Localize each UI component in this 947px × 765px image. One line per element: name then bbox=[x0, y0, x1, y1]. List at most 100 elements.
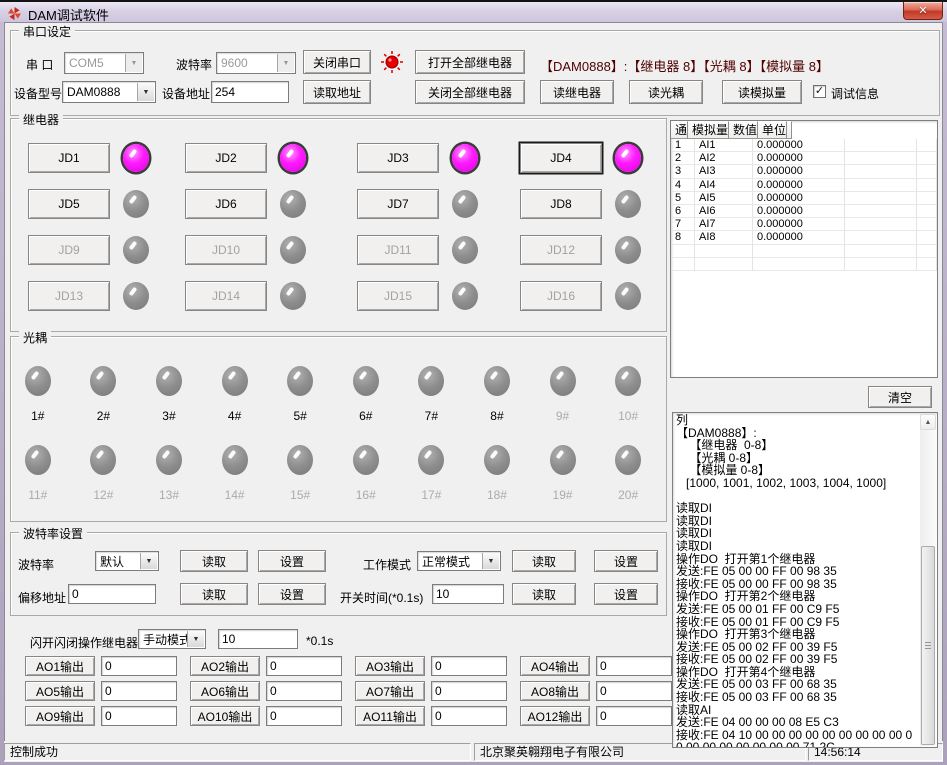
relay-button[interactable]: JD14 bbox=[185, 281, 267, 311]
relay-button[interactable]: JD3 bbox=[357, 143, 439, 173]
device-model-label: 设备型号 bbox=[14, 85, 62, 102]
ao-output-input[interactable] bbox=[101, 681, 177, 701]
read-analog-button[interactable]: 读模拟量 bbox=[722, 80, 802, 104]
relay-button[interactable]: JD1 bbox=[28, 143, 110, 173]
switch-time-set-button[interactable]: 设置 bbox=[594, 583, 658, 605]
relay-button[interactable]: JD11 bbox=[357, 235, 439, 265]
close-all-relays-button[interactable]: 关闭全部继电器 bbox=[415, 80, 525, 104]
close-serial-button[interactable]: 关闭串口 bbox=[303, 50, 371, 74]
column-header[interactable]: 模拟量 bbox=[688, 121, 729, 139]
relay-button[interactable]: JD9 bbox=[28, 235, 110, 265]
table-row[interactable]: 5 AI5 0.000000 bbox=[671, 192, 937, 205]
ao-output-button[interactable]: AO2输出 bbox=[190, 656, 260, 676]
ao-output-input[interactable] bbox=[266, 656, 342, 676]
ao-output-button[interactable]: AO1输出 bbox=[25, 656, 95, 676]
ao-output-input[interactable] bbox=[431, 681, 507, 701]
offset-read-button[interactable]: 读取 bbox=[180, 583, 248, 605]
relay-button[interactable]: JD12 bbox=[520, 235, 602, 265]
relay-cell: JD3 bbox=[357, 143, 520, 173]
cell-channel: 8 bbox=[671, 231, 695, 244]
scroll-up-icon[interactable]: ▲ bbox=[920, 414, 936, 430]
opto-led-indicator bbox=[222, 445, 248, 475]
log-panel[interactable]: 列 【DAM0888】: 【继电器 0-8】 【光耦 0-8】 【模拟量 0-8… bbox=[672, 412, 938, 748]
ao-output-button[interactable]: AO4输出 bbox=[520, 656, 590, 676]
baud-setting-select[interactable]: 默认 ▼ bbox=[95, 551, 159, 571]
relay-button[interactable]: JD7 bbox=[357, 189, 439, 219]
clear-log-button[interactable]: 清空 bbox=[868, 386, 932, 408]
table-row[interactable]: 4 AI4 0.000000 bbox=[671, 179, 937, 192]
work-mode-select[interactable]: 正常模式 ▼ bbox=[417, 551, 501, 571]
ao-output-input[interactable] bbox=[431, 706, 507, 726]
device-address-input[interactable] bbox=[211, 81, 289, 103]
ao-output-button[interactable]: AO10输出 bbox=[190, 706, 260, 726]
opto-cell: 16# bbox=[333, 445, 399, 502]
baud-select[interactable]: 9600 ▼ bbox=[216, 52, 296, 74]
opto-label: 16# bbox=[356, 488, 376, 502]
read-relays-button[interactable]: 读继电器 bbox=[540, 80, 614, 104]
flash-mode-select[interactable]: 手动模式 ▼ bbox=[138, 629, 206, 649]
log-line: 发送:FE 05 00 01 FF 00 C9 F5 bbox=[676, 603, 918, 616]
relay-button[interactable]: JD15 bbox=[357, 281, 439, 311]
relay-button[interactable]: JD13 bbox=[28, 281, 110, 311]
ao-output-button[interactable]: AO7输出 bbox=[355, 681, 425, 701]
read-opto-button[interactable]: 读光耦 bbox=[629, 80, 703, 104]
cell-extra bbox=[917, 152, 937, 165]
offset-set-button[interactable]: 设置 bbox=[258, 583, 326, 605]
baud-read-button[interactable]: 读取 bbox=[180, 550, 248, 572]
table-row[interactable]: 8 AI8 0.000000 bbox=[671, 231, 937, 244]
table-row[interactable]: 1 AI1 0.000000 bbox=[671, 139, 937, 152]
ao-output-input[interactable] bbox=[596, 656, 672, 676]
column-header[interactable] bbox=[787, 121, 792, 139]
ao-output-input[interactable] bbox=[266, 706, 342, 726]
close-button[interactable]: ✕ bbox=[903, 2, 943, 20]
relay-led-indicator bbox=[123, 282, 149, 310]
ao-output-button[interactable]: AO3输出 bbox=[355, 656, 425, 676]
relay-button[interactable]: JD10 bbox=[185, 235, 267, 265]
scrollbar-thumb[interactable] bbox=[921, 546, 935, 745]
relay-button[interactable]: JD5 bbox=[28, 189, 110, 219]
ao-output-button[interactable]: AO8输出 bbox=[520, 681, 590, 701]
ao-output-input[interactable] bbox=[596, 681, 672, 701]
work-mode-set-button[interactable]: 设置 bbox=[594, 550, 658, 572]
ao-output-button[interactable]: AO5输出 bbox=[25, 681, 95, 701]
ao-output-button[interactable]: AO11输出 bbox=[355, 706, 425, 726]
ao-output-button[interactable]: AO9输出 bbox=[25, 706, 95, 726]
ao-output-button[interactable]: AO6输出 bbox=[190, 681, 260, 701]
table-row[interactable]: 3 AI3 0.000000 bbox=[671, 165, 937, 178]
table-row[interactable]: 2 AI2 0.000000 bbox=[671, 152, 937, 165]
opto-cell: 10# bbox=[595, 366, 661, 423]
opto-led-indicator bbox=[287, 366, 313, 396]
table-row[interactable]: 7 AI7 0.000000 bbox=[671, 218, 937, 231]
column-header[interactable]: 通 bbox=[671, 121, 688, 139]
relay-button[interactable]: JD6 bbox=[185, 189, 267, 219]
table-row[interactable]: 6 AI6 0.000000 bbox=[671, 205, 937, 218]
column-header[interactable]: 数值 bbox=[729, 121, 758, 139]
switch-time-input[interactable] bbox=[432, 584, 504, 604]
work-mode-read-button[interactable]: 读取 bbox=[512, 550, 576, 572]
ao-output-input[interactable] bbox=[266, 681, 342, 701]
column-header[interactable]: 单位 bbox=[758, 121, 787, 139]
device-model-select[interactable]: DAM0888 ▼ bbox=[62, 81, 156, 103]
relay-button[interactable]: JD16 bbox=[520, 281, 602, 311]
debug-info-checkbox[interactable]: ✓ bbox=[813, 85, 826, 98]
opto-label: 8# bbox=[490, 409, 503, 423]
relay-button[interactable]: JD2 bbox=[185, 143, 267, 173]
log-scrollbar[interactable]: ▲ bbox=[920, 414, 936, 746]
ao-cell: AO6输出 bbox=[190, 681, 355, 706]
offset-address-input[interactable] bbox=[68, 584, 156, 604]
scrollbar-grip-icon bbox=[925, 642, 931, 650]
ao-output-input[interactable] bbox=[101, 656, 177, 676]
read-address-button[interactable]: 读取地址 bbox=[303, 80, 371, 104]
com-port-select[interactable]: COM5 ▼ bbox=[64, 52, 144, 74]
relay-button[interactable]: JD8 bbox=[520, 189, 602, 219]
ao-output-input[interactable] bbox=[596, 706, 672, 726]
ao-output-input[interactable] bbox=[431, 656, 507, 676]
ao-output-button[interactable]: AO12输出 bbox=[520, 706, 590, 726]
relay-button[interactable]: JD4 bbox=[520, 143, 602, 173]
ao-output-input[interactable] bbox=[101, 706, 177, 726]
opto-label: 3# bbox=[162, 409, 175, 423]
baud-set-button[interactable]: 设置 bbox=[258, 550, 326, 572]
open-all-relays-button[interactable]: 打开全部继电器 bbox=[415, 50, 525, 74]
flash-time-input[interactable] bbox=[218, 629, 298, 649]
switch-time-read-button[interactable]: 读取 bbox=[512, 583, 576, 605]
